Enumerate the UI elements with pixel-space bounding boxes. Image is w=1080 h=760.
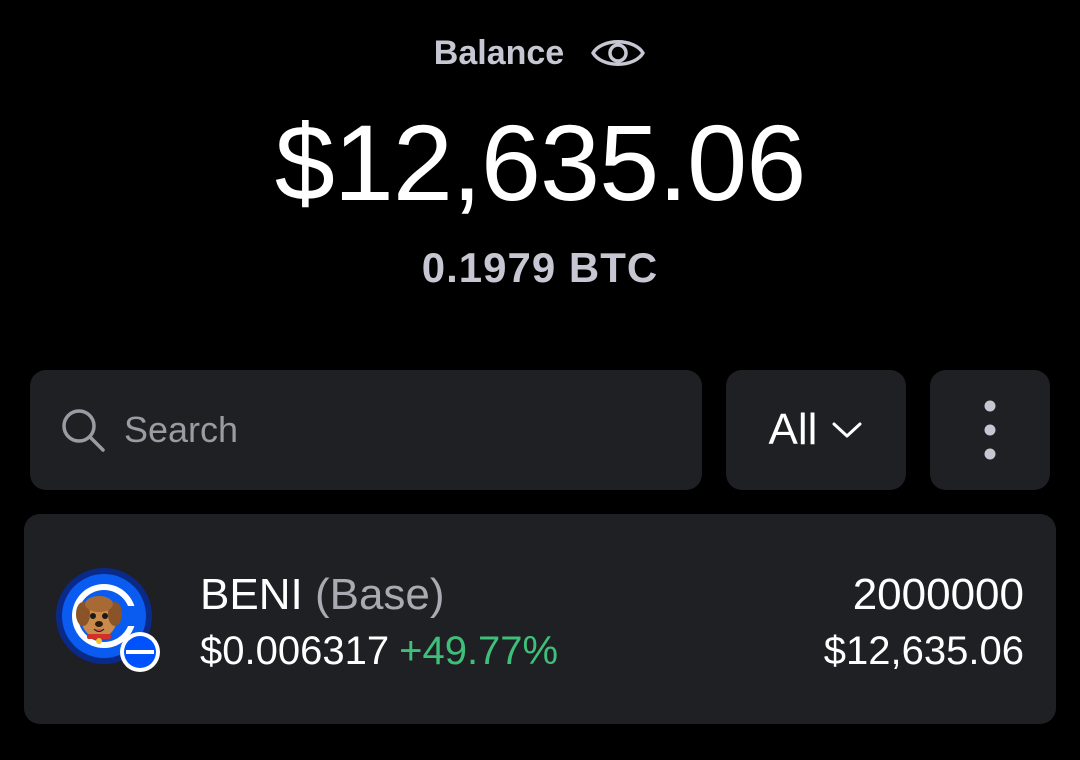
eye-icon[interactable]	[590, 33, 646, 73]
token-price: $0.006317	[200, 629, 390, 673]
more-vertical-icon	[984, 400, 996, 460]
token-network: (Base)	[314, 570, 445, 619]
balance-header: Balance	[0, 28, 1080, 78]
token-value: $12,635.06	[823, 629, 1024, 673]
filter-label: All	[768, 405, 818, 454]
token-price-change: +49.77%	[399, 629, 559, 673]
chevron-down-icon	[832, 422, 862, 438]
filter-dropdown-button[interactable]: All	[726, 370, 906, 490]
more-options-button[interactable]	[930, 370, 1050, 490]
base-network-badge-icon	[120, 632, 160, 672]
balance-label: Balance	[433, 33, 565, 72]
search-icon	[62, 409, 105, 452]
token-symbol: BENI	[200, 570, 303, 619]
token-name-row: BENI (Base)	[200, 568, 445, 622]
balance-amount: $12,635.06	[274, 102, 807, 223]
beni-token-avatar	[56, 568, 160, 672]
search-input[interactable]	[124, 409, 624, 451]
token-amount: 2000000	[852, 570, 1024, 619]
balance-btc-equivalent: 0.1979 BTC	[421, 244, 659, 291]
token-price-row: $0.006317 +49.77%	[200, 626, 558, 676]
token-row-beni[interactable]: BENI (Base) $0.006317 +49.77% 2000000 $12…	[24, 514, 1056, 724]
search-box[interactable]	[30, 370, 702, 490]
